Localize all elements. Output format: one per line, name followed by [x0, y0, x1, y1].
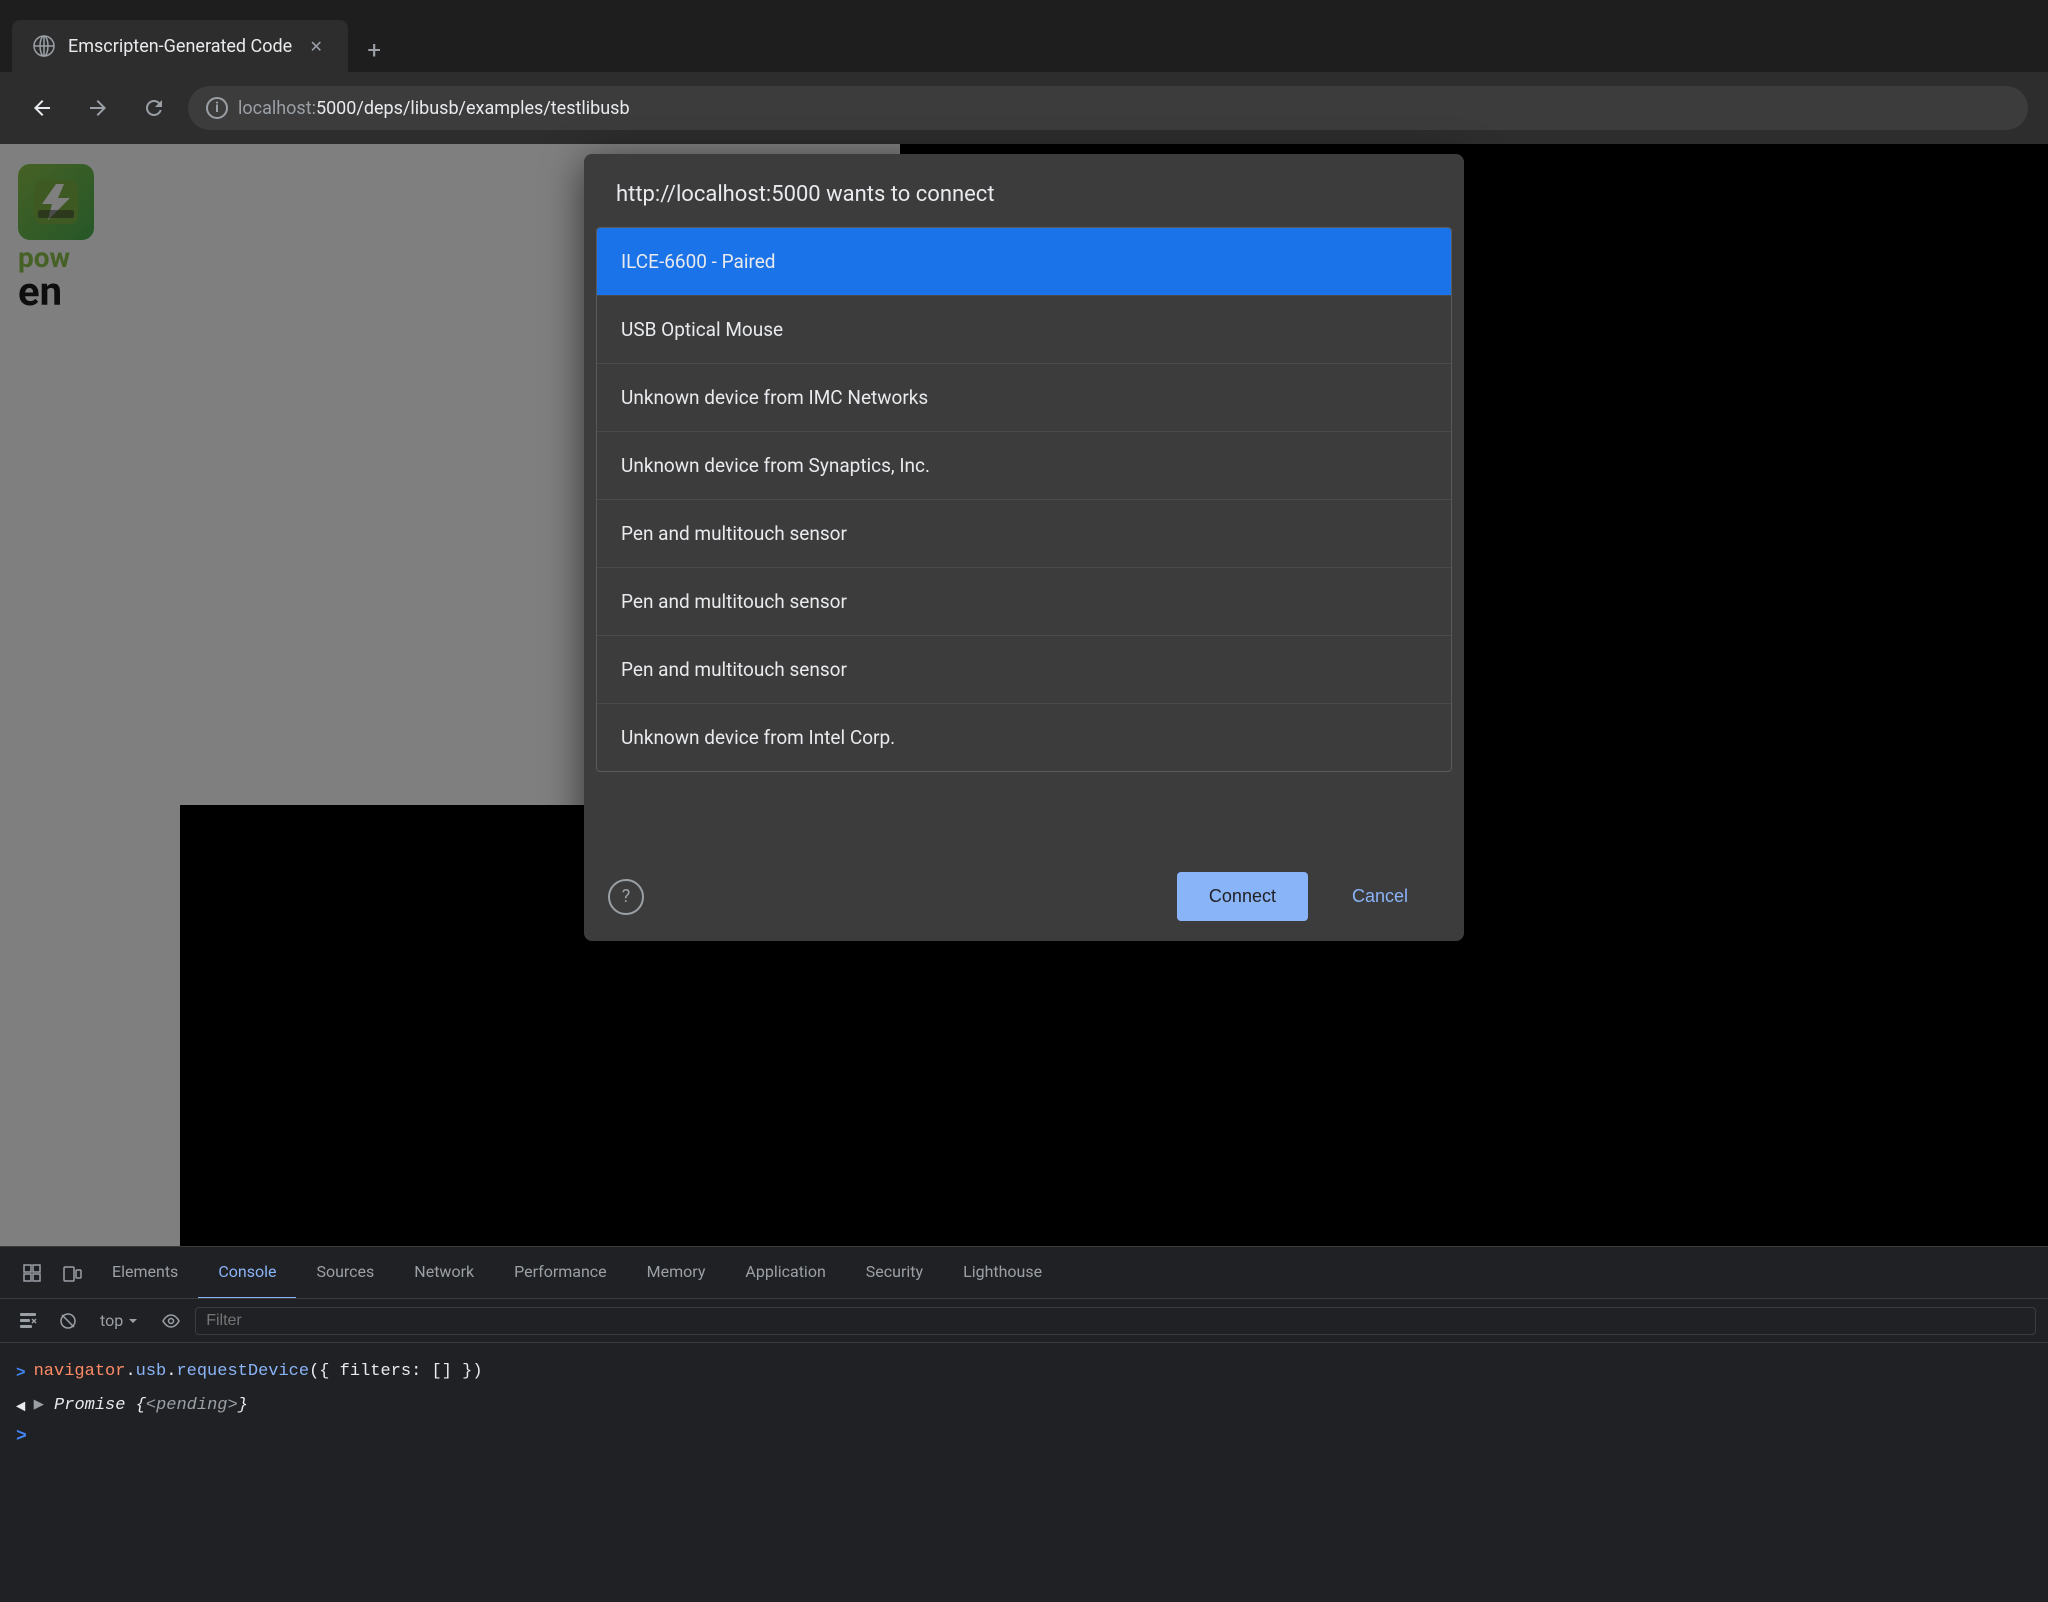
devtools-tabs: Elements Console Sources Network Perform…	[0, 1247, 2048, 1299]
console-output-line: ◄ ▶ Promise {<pending>}	[16, 1389, 2032, 1423]
device-list[interactable]: ILCE-6600 - Paired USB Optical Mouse Unk…	[596, 227, 1452, 772]
tab-application[interactable]: Application	[725, 1247, 845, 1299]
dialog-header: http://localhost:5000 wants to connect	[584, 154, 1464, 227]
device-item[interactable]: Unknown device from Synaptics, Inc.	[597, 432, 1451, 500]
dialog-overlay: http://localhost:5000 wants to connect I…	[0, 144, 2048, 1246]
clear-console-button[interactable]	[12, 1305, 44, 1337]
device-item[interactable]: Unknown device from IMC Networks	[597, 364, 1451, 432]
tab-favicon	[32, 34, 56, 58]
tab-elements[interactable]: Elements	[92, 1247, 198, 1299]
tab-title: Emscripten-Generated Code	[68, 36, 292, 57]
tab-sources[interactable]: Sources	[296, 1247, 394, 1299]
url-protocol: localhost:	[238, 98, 316, 119]
tab-security[interactable]: Security	[846, 1247, 943, 1299]
dialog-footer: ? Connect Cancel	[584, 852, 1464, 941]
show-eye-button[interactable]	[155, 1305, 187, 1337]
active-tab[interactable]: Emscripten-Generated Code ✕	[12, 20, 348, 72]
device-toolbar-button[interactable]	[52, 1253, 92, 1293]
console-input-text: navigator.usb.requestDevice({ filters: […	[34, 1359, 483, 1385]
dialog-empty-space	[584, 772, 1464, 852]
tab-console[interactable]: Console	[198, 1247, 296, 1299]
console-input-line: > navigator.usb.requestDevice({ filters:…	[16, 1355, 2032, 1389]
tab-close-button[interactable]: ✕	[304, 34, 328, 58]
console-toolbar: top	[0, 1299, 2048, 1343]
info-icon: i	[206, 97, 228, 119]
console-prompt[interactable]: >	[16, 1423, 2032, 1451]
dialog-buttons: Connect Cancel	[1177, 872, 1440, 921]
forward-button[interactable]	[76, 86, 120, 130]
block-requests-button[interactable]	[52, 1305, 84, 1337]
nav-bar: i localhost:5000/deps/libusb/examples/te…	[0, 72, 2048, 144]
console-output-arrow: ◄	[16, 1395, 26, 1419]
url-path: 5000/deps/libusb/examples/testlibusb	[316, 98, 630, 119]
console-output: > navigator.usb.requestDevice({ filters:…	[0, 1343, 2048, 1463]
prompt-icon: >	[16, 1427, 27, 1447]
url-text: localhost:5000/deps/libusb/examples/test…	[238, 98, 2010, 119]
device-item[interactable]: Unknown device from Intel Corp.	[597, 704, 1451, 771]
element-picker-button[interactable]	[12, 1253, 52, 1293]
device-item[interactable]: Pen and multitouch sensor	[597, 636, 1451, 704]
new-tab-button[interactable]: +	[352, 28, 396, 72]
cancel-button[interactable]: Cancel	[1320, 872, 1440, 921]
back-button[interactable]	[20, 86, 64, 130]
tab-network[interactable]: Network	[394, 1247, 494, 1299]
console-filter-input[interactable]	[195, 1307, 2036, 1335]
device-item[interactable]: Pen and multitouch sensor	[597, 568, 1451, 636]
console-output-text: ▶ Promise {<pending>}	[34, 1393, 248, 1419]
page-area: pow en http://localhost:5000 wants to co…	[0, 144, 2048, 1246]
tab-memory[interactable]: Memory	[627, 1247, 726, 1299]
usb-connect-dialog: http://localhost:5000 wants to connect I…	[584, 154, 1464, 941]
tab-bar: Emscripten-Generated Code ✕ +	[0, 0, 2048, 72]
console-input-arrow: >	[16, 1361, 26, 1385]
browser-chrome: Emscripten-Generated Code ✕ + i localhos…	[0, 0, 2048, 144]
tab-lighthouse[interactable]: Lighthouse	[943, 1247, 1062, 1299]
context-selector[interactable]: top	[92, 1307, 147, 1334]
dialog-title: http://localhost:5000 wants to connect	[616, 182, 1432, 207]
device-item[interactable]: USB Optical Mouse	[597, 296, 1451, 364]
tab-performance[interactable]: Performance	[494, 1247, 627, 1299]
devtools-panel: Elements Console Sources Network Perform…	[0, 1246, 2048, 1602]
device-item[interactable]: Pen and multitouch sensor	[597, 500, 1451, 568]
connect-button[interactable]: Connect	[1177, 872, 1308, 921]
device-item[interactable]: ILCE-6600 - Paired	[597, 228, 1451, 296]
address-bar[interactable]: i localhost:5000/deps/libusb/examples/te…	[188, 86, 2028, 130]
help-button[interactable]: ?	[608, 879, 644, 915]
refresh-button[interactable]	[132, 86, 176, 130]
